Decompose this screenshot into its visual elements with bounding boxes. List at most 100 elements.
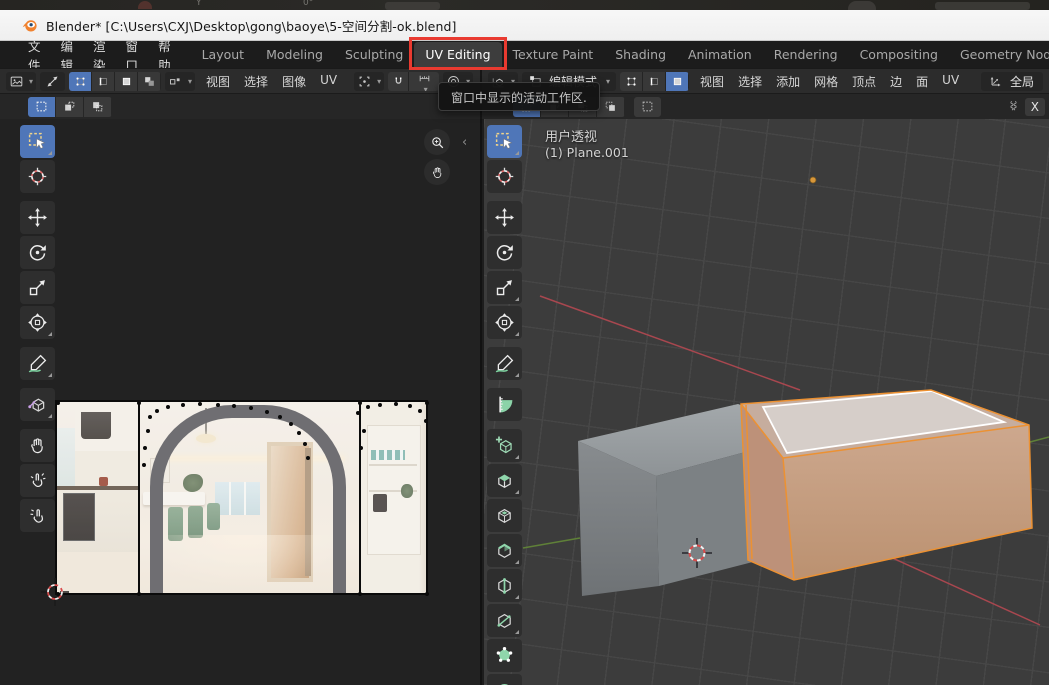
- uv-select-mode-extend[interactable]: [56, 97, 84, 117]
- axis-x-red: [888, 556, 1040, 625]
- tool-knife[interactable]: [487, 604, 522, 637]
- tool-inset-faces[interactable]: [487, 499, 522, 532]
- mesh-select-vertex[interactable]: [620, 72, 643, 91]
- vp-select-through-button[interactable]: [634, 97, 661, 117]
- tool-rotate[interactable]: [487, 236, 522, 269]
- background-window-strip: Y 0°: [0, 0, 1049, 10]
- tab-layout[interactable]: Layout: [191, 42, 256, 67]
- tool-measure[interactable]: [487, 388, 522, 421]
- tool-annotate[interactable]: [20, 347, 55, 380]
- vp-menu-边[interactable]: 边: [883, 71, 909, 92]
- uv-2d-cursor[interactable]: [41, 578, 69, 606]
- tool-transform[interactable]: [487, 306, 522, 339]
- vp-menu-选择[interactable]: 选择: [731, 71, 769, 92]
- tool-cursor[interactable]: [487, 160, 522, 193]
- snap-target-dropdown[interactable]: [409, 72, 439, 91]
- spin-icon: [494, 680, 515, 685]
- uv-menu-选择[interactable]: 选择: [237, 71, 275, 92]
- uv-sync-selection-toggle[interactable]: [40, 72, 65, 91]
- mesh-select-mode-group: [620, 72, 689, 91]
- uv-select-island[interactable]: [138, 72, 161, 91]
- tool-annotate[interactable]: [487, 347, 522, 380]
- vp-select-mode-intersect[interactable]: [597, 97, 625, 117]
- cursor-icon: [494, 166, 515, 187]
- uv-zoom-gizmo[interactable]: [424, 129, 450, 155]
- uv-select-vertex[interactable]: [69, 72, 92, 91]
- select-through-icon-button[interactable]: [634, 97, 661, 117]
- transform-icon: [494, 312, 515, 333]
- tool-spin[interactable]: [487, 674, 522, 685]
- vp-menu-面[interactable]: 面: [909, 71, 935, 92]
- image-editor-icon: [9, 74, 24, 89]
- tooltip-text: 窗口中显示的活动工作区.: [451, 91, 587, 105]
- uv-menu-图像[interactable]: 图像: [275, 71, 313, 92]
- tab-rendering[interactable]: Rendering: [763, 42, 849, 67]
- tool-add-cube[interactable]: [487, 429, 522, 462]
- tool-scale[interactable]: [20, 271, 55, 304]
- background-shape: [935, 2, 1030, 10]
- tool-extrude-region[interactable]: [487, 464, 522, 497]
- selmode-vertex-icon: [74, 75, 87, 88]
- uv-pivot-dropdown[interactable]: [354, 72, 384, 91]
- selmode-face-icon: [671, 75, 684, 88]
- dashed-region-icon: [641, 100, 654, 113]
- mesh-select-edge[interactable]: [643, 72, 666, 91]
- tab-sculpting[interactable]: Sculpting: [334, 42, 414, 67]
- tool-scale[interactable]: [487, 271, 522, 304]
- tab-texture-paint[interactable]: Texture Paint: [502, 42, 605, 67]
- uv-sticky-selection-dropdown[interactable]: [165, 72, 195, 91]
- tool-relax[interactable]: [20, 464, 55, 497]
- uv-select-face[interactable]: [115, 72, 138, 91]
- tool-grab[interactable]: [20, 429, 55, 462]
- uv-image-panorama[interactable]: [55, 400, 428, 595]
- tab-compositing[interactable]: Compositing: [849, 42, 949, 67]
- uv-pan-gizmo[interactable]: [424, 159, 450, 185]
- vp-menu-uv[interactable]: UV: [935, 71, 966, 92]
- tool-move[interactable]: [20, 201, 55, 234]
- editors-area: ‹: [0, 119, 1049, 685]
- uv-select-edge[interactable]: [92, 72, 115, 91]
- uv-editor-type-button[interactable]: [6, 72, 36, 91]
- tool-cursor[interactable]: [20, 160, 55, 193]
- vp-menu-添加[interactable]: 添加: [769, 71, 807, 92]
- tool-rotate[interactable]: [20, 236, 55, 269]
- tool-poly-build[interactable]: [487, 639, 522, 672]
- tool-pinch[interactable]: [20, 499, 55, 532]
- move-icon: [494, 207, 515, 228]
- snap-toggle[interactable]: [388, 72, 409, 91]
- tab-modeling[interactable]: Modeling: [255, 42, 334, 67]
- tool-bevel[interactable]: [487, 534, 522, 567]
- vp-menu-网格[interactable]: 网格: [807, 71, 845, 92]
- annotate-icon: [494, 353, 515, 374]
- tool-select-box[interactable]: [487, 125, 522, 158]
- uv-select-mode-subtract[interactable]: [84, 97, 112, 117]
- tab-shading[interactable]: Shading: [604, 42, 677, 67]
- active-object-label: (1) Plane.001: [545, 145, 629, 160]
- relax-icon: [27, 470, 48, 491]
- uv-menu-uv[interactable]: UV: [313, 71, 344, 92]
- vp-menu-视图[interactable]: 视图: [693, 71, 731, 92]
- tab-geometry-nodes[interactable]: Geometry Nodes: [949, 42, 1049, 67]
- bevel-icon: [494, 540, 515, 561]
- grab-icon: [27, 435, 48, 456]
- mesh-select-face[interactable]: [666, 72, 689, 91]
- tool-loop-cut[interactable]: [487, 569, 522, 602]
- uv-editor-canvas[interactable]: ‹: [0, 119, 482, 685]
- viewport-3d-canvas[interactable]: 用户透视 (1) Plane.001: [484, 119, 1049, 685]
- uv-menu-视图[interactable]: 视图: [199, 71, 237, 92]
- transform-orientation-dropdown[interactable]: 全局: [981, 72, 1043, 91]
- overflow-x-button[interactable]: X: [1025, 98, 1045, 116]
- view-name-label: 用户透视: [545, 126, 597, 145]
- uv-select-mode-new[interactable]: [28, 97, 56, 117]
- tool-transform[interactable]: [20, 306, 55, 339]
- extrude-region-icon: [494, 470, 515, 491]
- sidebar-collapse-arrow[interactable]: ‹: [462, 135, 467, 150]
- vp-menu-顶点[interactable]: 顶点: [845, 71, 883, 92]
- tab-animation[interactable]: Animation: [677, 42, 763, 67]
- cursor-icon: [27, 166, 48, 187]
- tool-move[interactable]: [487, 201, 522, 234]
- tool-rip-region[interactable]: [20, 388, 55, 421]
- select-box-icon: [27, 131, 48, 152]
- tool-select-box[interactable]: [20, 125, 55, 158]
- tab-uv-editing[interactable]: UV Editing: [414, 42, 501, 67]
